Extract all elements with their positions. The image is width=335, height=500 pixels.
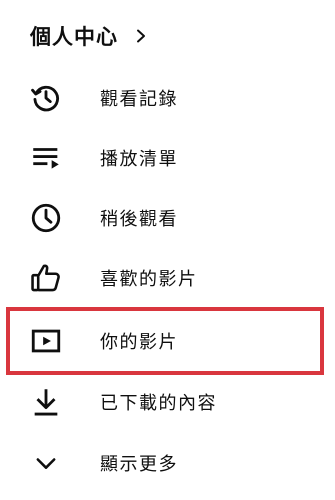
your-videos-icon <box>28 323 64 359</box>
clock-icon <box>28 200 64 236</box>
menu-item-watch-later[interactable]: 稍後觀看 <box>0 188 335 248</box>
menu-label-show-more: 顯示更多 <box>100 454 178 475</box>
profile-title: 個人中心 <box>30 25 118 49</box>
thumbs-up-icon <box>28 260 64 296</box>
menu-item-downloads[interactable]: 已下載的內容 <box>0 372 335 432</box>
menu-label-liked-videos: 喜歡的影片 <box>100 269 198 290</box>
menu-label-watch-later: 稍後觀看 <box>100 209 178 230</box>
menu-label-history: 觀看記錄 <box>100 89 178 110</box>
playlist-icon <box>28 140 64 176</box>
history-icon <box>28 80 64 116</box>
chevron-right-icon <box>134 29 148 43</box>
menu-label-downloads: 已下載的內容 <box>100 393 217 414</box>
menu-item-playlist[interactable]: 播放清單 <box>0 128 335 188</box>
menu-item-history[interactable]: 觀看記錄 <box>0 68 335 128</box>
menu-label-playlist: 播放清單 <box>100 149 178 170</box>
download-icon <box>28 384 64 420</box>
menu-label-your-videos: 你的影片 <box>100 332 178 353</box>
menu-item-your-videos[interactable]: 你的影片 <box>0 311 335 371</box>
menu-item-liked-videos[interactable]: 喜歡的影片 <box>0 248 335 308</box>
profile-header[interactable]: 個人中心 <box>30 14 148 58</box>
chevron-down-icon <box>28 445 64 481</box>
menu-item-show-more[interactable]: 顯示更多 <box>0 433 335 493</box>
